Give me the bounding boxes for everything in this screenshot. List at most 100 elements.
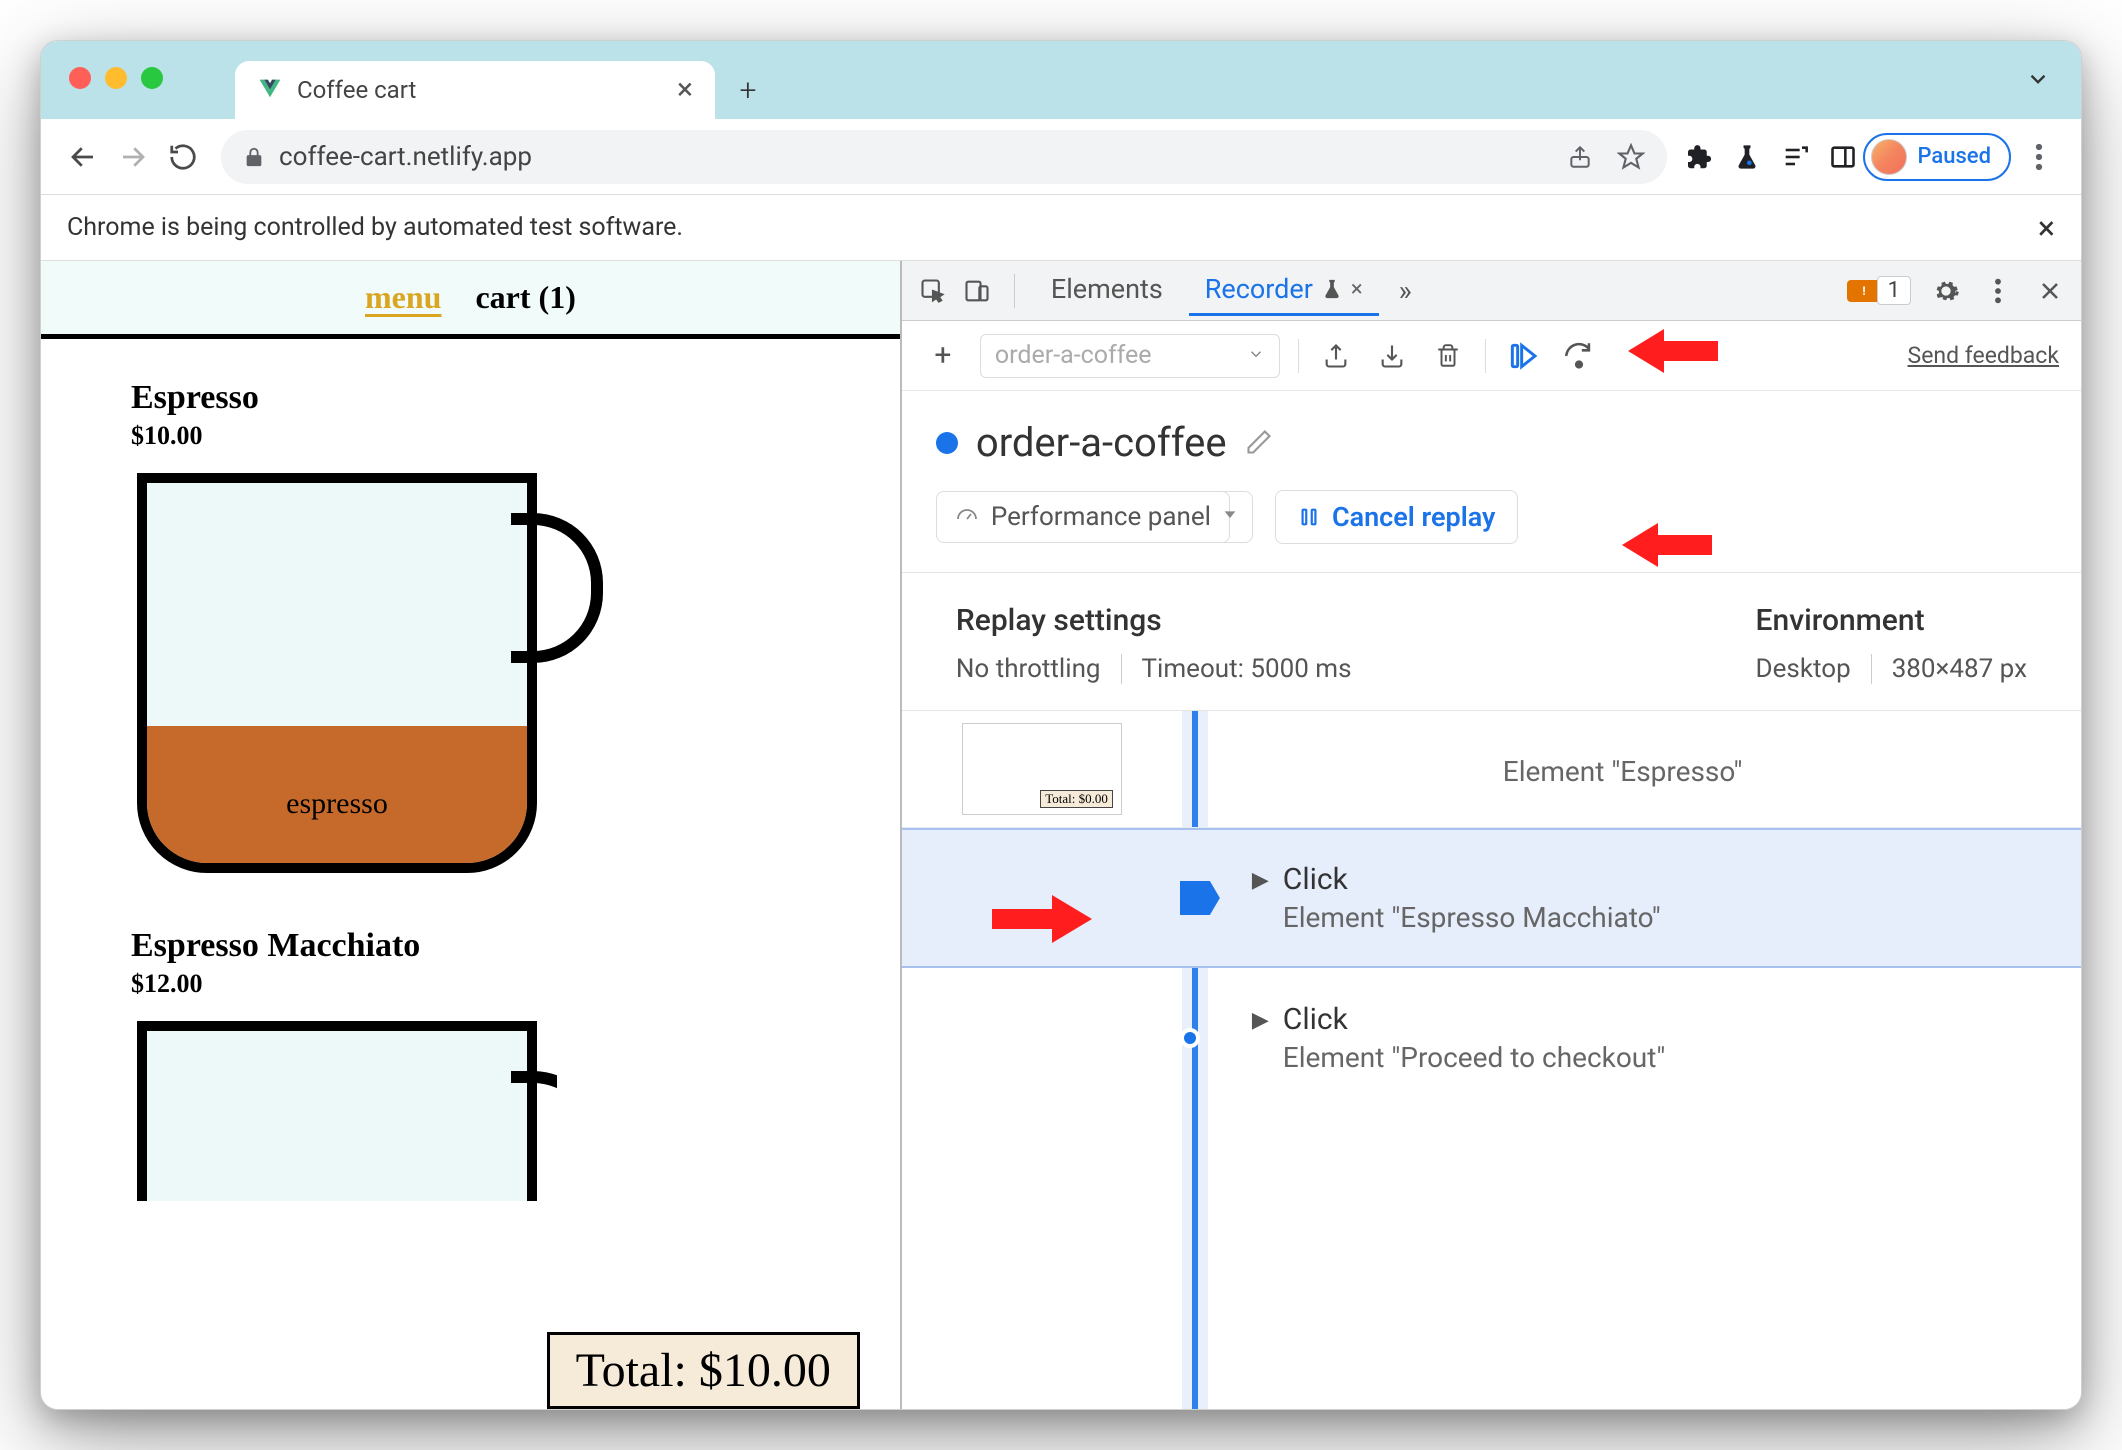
chevron-down-icon xyxy=(1247,341,1265,370)
profile-paused-badge[interactable]: Paused xyxy=(1863,133,2011,181)
forward-button[interactable] xyxy=(111,135,155,179)
tab-title: Coffee cart xyxy=(297,76,416,104)
warning-badge-icon: ! xyxy=(1847,280,1881,302)
expand-caret-icon[interactable]: ▶ xyxy=(1252,1008,1269,1033)
export-icon[interactable] xyxy=(1317,337,1355,375)
recording-name: order-a-coffee xyxy=(976,419,1227,466)
nav-cart-link[interactable]: cart (1) xyxy=(475,279,575,316)
vue-favicon-icon xyxy=(257,77,283,103)
extension-icons xyxy=(1683,142,1857,172)
device-value[interactable]: Desktop xyxy=(1756,654,1851,684)
current-step-marker-icon xyxy=(1180,881,1220,915)
chrome-menu-button[interactable] xyxy=(2017,135,2061,179)
step-row[interactable]: Total: $0.00 ▶ Element "Espresso" xyxy=(902,711,2081,828)
step-target: Element "Proceed to checkout" xyxy=(1283,1041,1666,1074)
edit-name-icon[interactable] xyxy=(1245,419,1273,466)
reload-button[interactable] xyxy=(161,135,205,179)
side-panel-icon[interactable] xyxy=(1829,143,1857,171)
devtools-menu-icon[interactable] xyxy=(1981,274,2015,308)
devtools-close-icon[interactable] xyxy=(2033,274,2067,308)
devtools-pane: Elements Recorder × » ! 1 xyxy=(902,261,2081,1409)
lock-icon xyxy=(243,146,265,168)
step-marker-icon xyxy=(1180,1028,1200,1048)
annotation-arrow-icon xyxy=(1622,515,1712,575)
new-recording-button[interactable]: + xyxy=(924,337,962,375)
steps-list: Total: $0.00 ▶ Element "Espresso" ▶ xyxy=(902,710,2081,1409)
close-window-button[interactable] xyxy=(69,67,91,89)
step-target: Element "Espresso Macchiato" xyxy=(1283,901,1661,934)
recorder-actions: Performance panel Cancel replay xyxy=(902,486,2081,572)
product-macchiato: Espresso Macchiato $12.00 xyxy=(131,927,810,1201)
media-icon[interactable] xyxy=(1781,143,1809,171)
cancel-replay-button[interactable]: Cancel replay xyxy=(1275,490,1518,544)
environment-heading: Environment xyxy=(1756,603,2027,638)
nav-menu-link[interactable]: menu xyxy=(365,279,441,316)
viewport-value[interactable]: 380×487 px xyxy=(1892,654,2027,684)
import-icon[interactable] xyxy=(1373,337,1411,375)
performance-panel-button[interactable]: Performance panel xyxy=(936,491,1230,543)
settings-gear-icon[interactable] xyxy=(1929,274,1963,308)
pause-icon xyxy=(1298,506,1320,528)
step-target: Element "Espresso" xyxy=(1503,755,1743,788)
delete-icon[interactable] xyxy=(1429,337,1467,375)
extensions-puzzle-icon[interactable] xyxy=(1683,142,1713,172)
replay-settings-heading: Replay settings xyxy=(956,603,1352,638)
avatar xyxy=(1871,139,1907,175)
step-thumbnail: Total: $0.00 xyxy=(962,723,1122,815)
issues-button[interactable]: ! 1 xyxy=(1847,276,1911,305)
svg-text:!: ! xyxy=(1862,283,1865,297)
url-text: coffee-cart.netlify.app xyxy=(279,142,532,172)
inspect-element-icon[interactable] xyxy=(916,274,950,308)
address-bar[interactable]: coffee-cart.netlify.app xyxy=(221,130,1667,184)
devtools-tabs: Elements Recorder × » ! 1 xyxy=(902,261,2081,321)
bookmark-star-icon[interactable] xyxy=(1617,143,1645,171)
step-row[interactable]: ▶ Click Element "Proceed to checkout" xyxy=(902,968,2081,1108)
tab-elements[interactable]: Elements xyxy=(1035,265,1179,316)
minimize-window-button[interactable] xyxy=(105,67,127,89)
total-toast[interactable]: Total: $10.00 xyxy=(547,1332,860,1409)
back-button[interactable] xyxy=(61,135,105,179)
new-tab-button[interactable]: + xyxy=(733,75,763,105)
experiment-flask-icon[interactable] xyxy=(1733,143,1761,171)
page-nav: menu cart (1) xyxy=(41,261,900,339)
recording-selector[interactable]: order-a-coffee xyxy=(980,334,1280,378)
share-icon[interactable] xyxy=(1567,144,1593,170)
replay-settings-row: Replay settings No throttling Timeout: 5… xyxy=(902,572,2081,710)
paused-label: Paused xyxy=(1917,144,1991,169)
annotation-arrow-icon xyxy=(992,887,1092,951)
send-feedback-link[interactable]: Send feedback xyxy=(1908,342,2059,369)
step-action: Click xyxy=(1283,862,1661,897)
performance-dropdown[interactable] xyxy=(1208,491,1253,543)
thumb-total-label: Total: $0.00 xyxy=(1040,790,1113,808)
step-over-icon[interactable] xyxy=(1560,337,1598,375)
tabs-overflow-icon[interactable]: » xyxy=(1389,274,1422,307)
recording-selector-value: order-a-coffee xyxy=(995,341,1152,370)
tab-close-icon[interactable]: × xyxy=(677,75,693,105)
browser-tab[interactable]: Coffee cart × xyxy=(235,61,715,119)
timeout-value[interactable]: Timeout: 5000 ms xyxy=(1142,654,1352,684)
maximize-window-button[interactable] xyxy=(141,67,163,89)
page-pane: menu cart (1) Espresso $10.00 espresso xyxy=(41,261,902,1409)
fill-label: espresso xyxy=(147,787,527,821)
device-toggle-icon[interactable] xyxy=(960,274,994,308)
issues-count: 1 xyxy=(1877,276,1911,305)
tab-recorder[interactable]: Recorder × xyxy=(1189,265,1379,316)
content-split: menu cart (1) Espresso $10.00 espresso xyxy=(41,261,2081,1409)
replay-button[interactable] xyxy=(1504,337,1542,375)
tab-close-icon[interactable]: × xyxy=(1351,277,1363,302)
annotation-arrow-icon xyxy=(1628,321,1718,381)
expand-tabs-icon[interactable] xyxy=(2025,66,2051,99)
product-name: Espresso Macchiato xyxy=(131,927,810,965)
product-price: $10.00 xyxy=(131,421,810,451)
throttling-value[interactable]: No throttling xyxy=(956,654,1101,684)
expand-caret-icon[interactable]: ▶ xyxy=(1252,868,1269,893)
cup-espresso[interactable]: espresso xyxy=(137,473,557,873)
page-body: Espresso $10.00 espresso Espresso Macchi… xyxy=(41,339,900,1409)
cup-macchiato[interactable] xyxy=(137,1021,557,1201)
product-name: Espresso xyxy=(131,379,810,417)
url-toolbar: coffee-cart.netlify.app Paused xyxy=(41,119,2081,195)
recorder-toolbar: + order-a-coffee xyxy=(902,321,2081,391)
window-controls xyxy=(69,67,163,89)
gauge-icon xyxy=(955,505,979,529)
notice-close-icon[interactable]: × xyxy=(2038,209,2055,247)
